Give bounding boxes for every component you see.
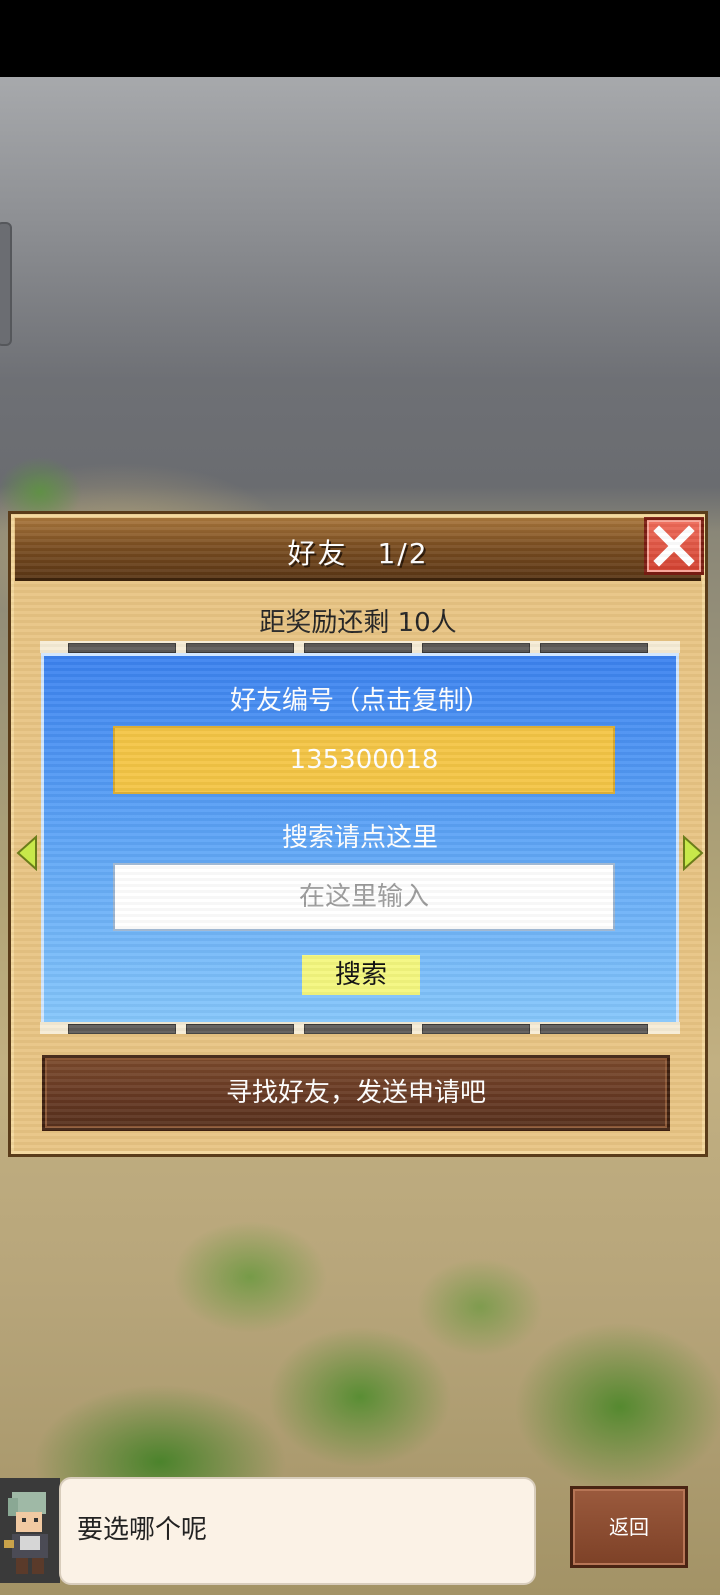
tab-segment[interactable] [422, 643, 530, 653]
close-icon [653, 525, 695, 567]
game-screen: 好友 1/2 距奖励还剩 10人 好友编号（点击复制） 135300018 搜索… [0, 0, 720, 1595]
tab-segment[interactable] [186, 1024, 294, 1034]
tab-segment[interactable] [68, 643, 176, 653]
friend-code-label: 好友编号（点击复制） [229, 686, 490, 716]
close-button[interactable] [644, 517, 704, 575]
search-input[interactable]: 在这里输入 [113, 863, 615, 931]
dialog-title: 好友 1/2 [287, 537, 429, 570]
dialogue-text: 要选哪个呢 [77, 1515, 208, 1545]
tab-segment[interactable] [540, 643, 648, 653]
reward-remaining-text: 距奖励还剩 10人 [259, 608, 457, 638]
friend-code-copy-field[interactable]: 135300018 [113, 726, 615, 794]
dialog-title-bar: 好友 1/2 [15, 518, 701, 581]
tab-segment[interactable] [304, 1024, 412, 1034]
search-button[interactable]: 搜索 [302, 955, 420, 995]
arrow-right-icon[interactable] [682, 835, 704, 871]
tab-strip-top [40, 641, 680, 653]
dialogue-box: 要选哪个呢 [59, 1477, 536, 1585]
tab-segment[interactable] [422, 1024, 530, 1034]
friends-dialog: 好友 1/2 距奖励还剩 10人 好友编号（点击复制） 135300018 搜索… [8, 511, 708, 1157]
back-button[interactable]: 返回 [570, 1486, 688, 1568]
tab-segment[interactable] [304, 643, 412, 653]
search-label: 搜索请点这里 [281, 823, 438, 853]
find-friends-button[interactable]: 寻找好友，发送申请吧 [42, 1055, 670, 1131]
tab-segment[interactable] [68, 1024, 176, 1034]
character-avatar [0, 1478, 60, 1583]
tab-segment[interactable] [540, 1024, 648, 1034]
side-handle[interactable] [0, 222, 12, 346]
friend-code-panel: 好友编号（点击复制） 135300018 搜索请点这里 在这里输入 搜索 [41, 653, 679, 1029]
status-bar [0, 0, 720, 77]
tab-strip-bottom [40, 1022, 680, 1034]
arrow-left-icon[interactable] [16, 835, 38, 871]
tab-segment[interactable] [186, 643, 294, 653]
